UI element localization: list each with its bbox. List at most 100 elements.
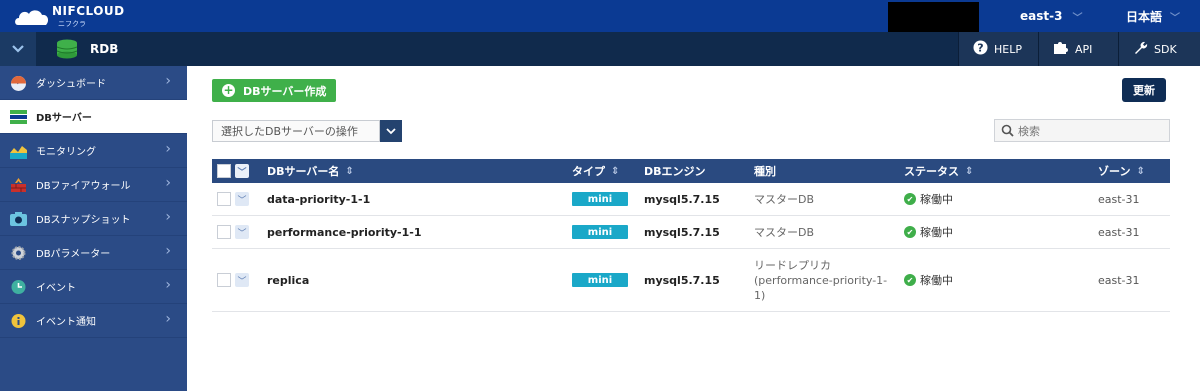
puzzle-icon — [1053, 40, 1069, 59]
api-button[interactable]: API — [1038, 32, 1118, 66]
select-all-control: ﹀ — [217, 159, 249, 183]
type-badge: mini — [572, 225, 628, 239]
chevron-right-icon: › — [165, 243, 171, 259]
info-icon — [11, 314, 26, 328]
select-all-checkbox[interactable] — [217, 164, 231, 178]
sort-icon: ⇕ — [965, 165, 974, 177]
firewall-icon — [11, 178, 26, 192]
refresh-button[interactable]: 更新 — [1122, 78, 1166, 102]
chevron-right-icon: › — [165, 175, 171, 191]
sidebar-item-dashboard[interactable]: ダッシュボード › — [0, 66, 187, 100]
type-cell: mini — [572, 216, 628, 248]
db-server-table: ﹀ DBサーバー名 ⇕ タイプ ⇕ DBエンジン 種別 ステータス ⇕ ゾーン ⇕ ﹀ … — [212, 159, 1170, 312]
type-badge: mini — [572, 192, 628, 206]
chevron-right-icon: › — [165, 209, 171, 225]
chevron-down-icon — [386, 127, 396, 134]
server-name[interactable]: replica — [267, 249, 309, 311]
engine-cell: mysql5.7.15 — [644, 225, 720, 239]
sidebar-item-snapshot[interactable]: DBスナップショット › — [0, 202, 187, 236]
search-input[interactable]: 検索 — [994, 119, 1170, 142]
column-header-status[interactable]: ステータス ⇕ — [904, 159, 973, 183]
plus-icon: + — [222, 83, 235, 97]
type-badge: mini — [572, 273, 628, 287]
column-header-type[interactable]: タイプ ⇕ — [572, 159, 619, 183]
header-label: DBエンジン — [644, 165, 706, 178]
row-checkbox[interactable] — [217, 225, 231, 239]
operations-dropdown-button[interactable] — [380, 120, 402, 142]
kind-cell: マスターDB — [754, 225, 815, 239]
search-icon — [1001, 124, 1014, 137]
help-button[interactable]: ? HELP — [958, 32, 1038, 66]
db-server-operations-select[interactable]: 選択したDBサーバーの操作 — [212, 120, 380, 142]
sidebar-item-label: DBファイアウォール — [36, 181, 131, 192]
sidebar-item-db-server[interactable]: DBサーバー — [0, 100, 187, 134]
db-server-icon — [10, 110, 27, 124]
create-db-server-button[interactable]: + DBサーバー作成 — [212, 79, 336, 102]
sidebar-item-label: DBパラメーター — [36, 249, 111, 260]
table-row[interactable]: ﹀ replica mini mysql5.7.15 リードレプリカ (perf… — [212, 249, 1170, 312]
row-select: ﹀ — [217, 183, 249, 215]
status-cell: ✔ 稼働中 — [904, 183, 953, 215]
sidebar-item-monitoring[interactable]: モニタリング › — [0, 134, 187, 168]
row-checkbox[interactable] — [217, 192, 231, 206]
chevron-down-icon: ﹀ — [1170, 12, 1181, 24]
table-row[interactable]: ﹀ performance-priority-1-1 mini mysql5.7… — [212, 216, 1170, 249]
redacted-account-box — [888, 2, 979, 32]
search-placeholder: 検索 — [1018, 124, 1040, 138]
check-circle-icon: ✔ — [904, 193, 916, 205]
zone-cell: east-31 — [1098, 273, 1140, 287]
language-selector[interactable]: 日本語 ﹀ — [1098, 0, 1200, 32]
header-label: DBサーバー名 — [267, 165, 340, 178]
kind-source-text-cont: 1) — [754, 288, 766, 302]
column-header-zone[interactable]: ゾーン ⇕ — [1098, 159, 1145, 183]
kind-cell: マスターDB — [754, 192, 815, 206]
region-label: east-3 — [1020, 9, 1063, 23]
column-header-name[interactable]: DBサーバー名 ⇕ — [267, 159, 354, 183]
table-row[interactable]: ﹀ data-priority-1-1 mini mysql5.7.15 マスタ… — [212, 183, 1170, 216]
header-label: タイプ — [572, 165, 605, 178]
row-select: ﹀ — [217, 216, 249, 248]
gear-icon — [11, 246, 26, 260]
sidebar-item-parameter[interactable]: DBパラメーター › — [0, 236, 187, 270]
sidebar-item-firewall[interactable]: DBファイアウォール › — [0, 168, 187, 202]
select-menu-dropdown[interactable]: ﹀ — [235, 164, 249, 178]
row-menu-dropdown[interactable]: ﹀ — [235, 225, 249, 239]
sidebar-item-label: イベント — [36, 283, 76, 294]
sidebar-item-event-notification[interactable]: イベント通知 › — [0, 304, 187, 338]
menu-toggle-button[interactable] — [0, 32, 36, 66]
column-header-kind: 種別 — [754, 159, 776, 183]
zone-cell: east-31 — [1098, 192, 1140, 206]
engine-cell: mysql5.7.15 — [644, 273, 720, 287]
sidebar-item-event[interactable]: イベント › — [0, 270, 187, 304]
database-icon — [56, 39, 78, 59]
brand-name[interactable]: NIFCLOUD — [52, 4, 125, 18]
ops-select-label: 選択したDBサーバーの操作 — [221, 125, 358, 138]
server-name[interactable]: data-priority-1-1 — [267, 183, 370, 215]
sdk-label: SDK — [1154, 42, 1177, 56]
header-label: ステータス — [904, 165, 959, 178]
type-cell: mini — [572, 249, 628, 311]
sidebar-item-label: DBサーバー — [36, 113, 92, 124]
region-selector[interactable]: east-3 ﹀ — [988, 0, 1088, 32]
sort-icon: ⇕ — [1136, 165, 1145, 177]
status-text: 稼働中 — [920, 193, 953, 206]
help-label: HELP — [994, 42, 1022, 56]
check-circle-icon: ✔ — [904, 226, 916, 238]
sdk-button[interactable]: SDK — [1118, 32, 1200, 66]
row-checkbox[interactable] — [217, 273, 231, 287]
table-header: ﹀ DBサーバー名 ⇕ タイプ ⇕ DBエンジン 種別 ステータス ⇕ ゾーン ⇕ — [212, 159, 1170, 183]
check-circle-icon: ✔ — [904, 274, 916, 286]
type-cell: mini — [572, 183, 628, 215]
kind-text: リードレプリカ — [754, 258, 831, 272]
kind-cell: リードレプリカ (performance-priority-1- 1) — [754, 249, 894, 311]
row-menu-dropdown[interactable]: ﹀ — [235, 192, 249, 206]
sidebar-item-label: ダッシュボード — [36, 79, 106, 90]
status-text: 稼働中 — [920, 274, 953, 287]
sidebar-item-label: イベント通知 — [36, 317, 96, 328]
row-menu-dropdown[interactable]: ﹀ — [235, 273, 249, 287]
sort-icon: ⇕ — [345, 165, 354, 177]
server-name[interactable]: performance-priority-1-1 — [267, 216, 421, 248]
svg-text:?: ? — [977, 41, 983, 54]
camera-icon — [10, 212, 27, 226]
service-title: RDB — [90, 42, 119, 56]
